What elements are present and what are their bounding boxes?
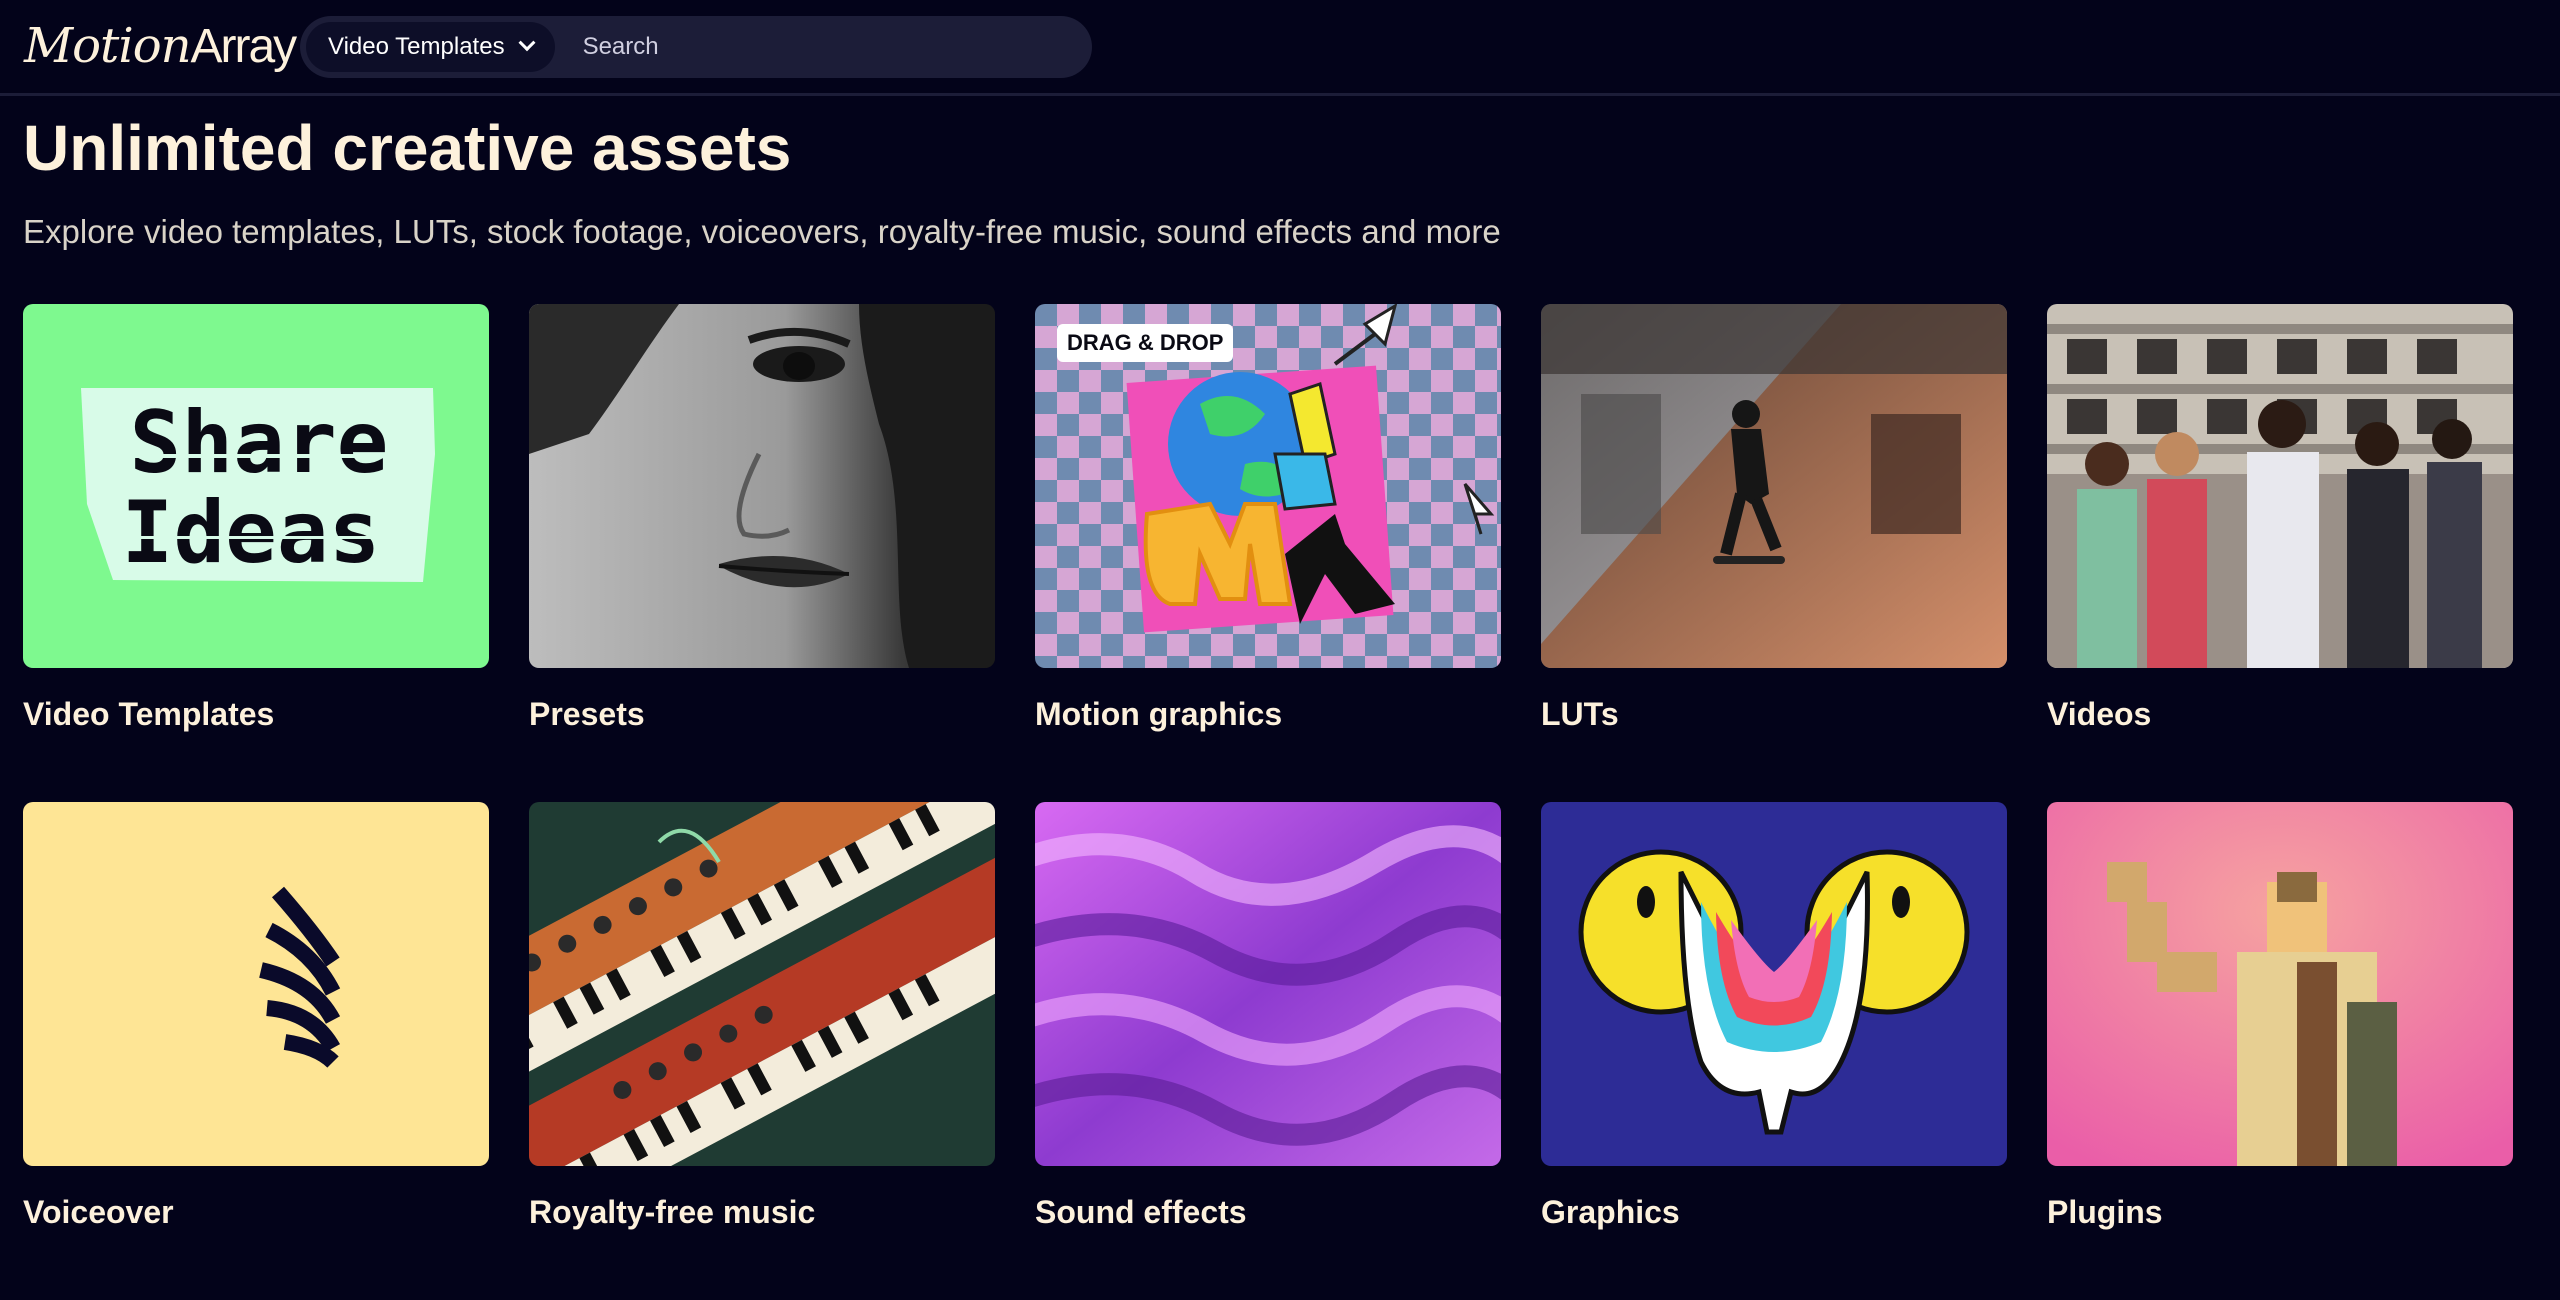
synthesizer-keyboards-image [529,802,995,1166]
chevron-down-icon [518,34,536,52]
motion-graphics-thumbnail: DRAG & DROP [1035,304,1501,668]
category-dropdown-label: Video Templates [328,33,505,60]
voiceover-thumbnail [23,802,489,1166]
share-ideas-text-1: Share [130,393,389,493]
page-title: Unlimited creative assets [23,112,792,184]
category-label: Video Templates [23,696,275,732]
category-dropdown[interactable]: Video Templates [306,22,555,72]
category-card-plugins[interactable]: Plugins [2047,802,2513,1300]
bw-portrait-image [529,304,995,668]
royalty-free-music-thumbnail [529,802,995,1166]
skater-lut-comparison-image [1541,304,2007,668]
page-subtitle: Explore video templates, LUTs, stock foo… [23,213,1501,250]
category-card-royalty-free-music[interactable]: Royalty-free music [529,802,995,1300]
category-card-motion-graphics[interactable]: DRAG & DROP Motion graphics [1035,304,1501,802]
category-label: LUTs [1541,696,1619,732]
category-label: Plugins [2047,1194,2163,1230]
graphics-thumbnail [1541,802,2007,1166]
pixelated-dancer-image [2047,802,2513,1166]
logo-text-motion: Motion [24,18,191,74]
category-label: Videos [2047,696,2152,732]
luts-thumbnail [1541,304,2007,668]
category-card-videos[interactable]: Videos [2047,304,2513,802]
category-label: Voiceover [23,1194,174,1230]
category-card-luts[interactable]: LUTs [1541,304,2007,802]
category-label: Graphics [1541,1194,1680,1230]
videos-thumbnail [2047,304,2513,668]
category-grid: Share Ideas Video Templates Presets DRAG… [23,304,2513,1300]
plugins-thumbnail [2047,802,2513,1166]
presets-thumbnail [529,304,995,668]
share-ideas-artwork: Share Ideas [23,304,489,668]
melting-smiley-artwork [1541,802,2007,1166]
category-card-sound-effects[interactable]: Sound effects [1035,802,1501,1300]
search-input[interactable] [562,22,1092,72]
category-label: Royalty-free music [529,1194,816,1230]
logo-text-array: Array [190,20,298,73]
video-templates-thumbnail: Share Ideas [23,304,489,668]
drag-drop-badge: DRAG & DROP [1057,324,1234,362]
search-bar: Video Templates [300,16,1092,78]
category-label: Sound effects [1035,1194,1247,1230]
category-label: Presets [529,696,645,732]
category-card-voiceover[interactable]: Voiceover [23,802,489,1300]
sound-effects-thumbnail [1035,802,1501,1166]
top-header: MotionArray Video Templates [0,0,2560,96]
motionarray-logo[interactable]: MotionArray [24,14,298,79]
category-card-presets[interactable]: Presets [529,304,995,802]
category-card-video-templates[interactable]: Share Ideas Video Templates [23,304,489,802]
purple-liquid-image [1035,802,1501,1166]
category-card-graphics[interactable]: Graphics [1541,802,2007,1300]
group-photo-image [2047,304,2513,668]
category-label: Motion graphics [1035,696,1283,732]
voice-wave-icon [23,802,489,1166]
share-ideas-text-2: Ideas [122,483,381,583]
